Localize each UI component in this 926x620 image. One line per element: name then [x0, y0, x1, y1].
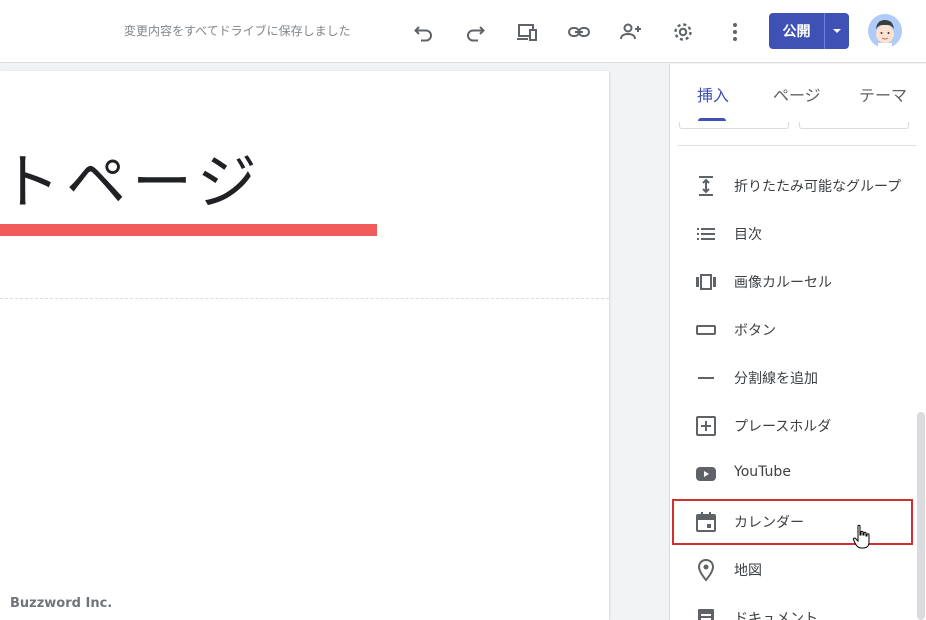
- calendar-icon: [696, 512, 716, 532]
- insert-button[interactable]: ボタン: [670, 306, 916, 354]
- insert-placeholder[interactable]: プレースホルダ: [670, 402, 916, 450]
- youtube-icon: [696, 467, 716, 481]
- top-bar: 変更内容をすべてドライブに保存しました 公開: [0, 0, 926, 63]
- map-pin-icon: [697, 558, 715, 582]
- footer-text: Buzzword Inc.: [10, 596, 113, 611]
- insert-youtube[interactable]: YouTube: [670, 450, 916, 498]
- placeholder-icon: [696, 416, 716, 436]
- section-divider: [0, 298, 609, 299]
- settings-icon[interactable]: [667, 16, 699, 48]
- layout-card-edge: [679, 122, 789, 129]
- link-icon[interactable]: [563, 16, 595, 48]
- insert-calendar[interactable]: カレンダー: [670, 498, 916, 546]
- publish-dropdown-button[interactable]: [825, 13, 849, 49]
- item-label: ボタン: [734, 323, 776, 339]
- item-label: 画像カルーセル: [734, 275, 832, 291]
- redo-icon[interactable]: [459, 16, 491, 48]
- carousel-icon: [696, 274, 716, 290]
- insert-image-carousel[interactable]: 画像カルーセル: [670, 258, 916, 306]
- active-tab-indicator: [698, 118, 726, 121]
- insert-table-of-contents[interactable]: 目次: [670, 210, 916, 258]
- item-label: ドキュメント: [734, 611, 818, 620]
- more-icon[interactable]: [719, 16, 751, 48]
- layout-card-edge: [799, 122, 909, 129]
- document-icon: [698, 609, 714, 620]
- publish-button-group: 公開: [769, 13, 849, 49]
- page-canvas: トページ Buzzword Inc.: [0, 71, 609, 620]
- insert-map[interactable]: 地図: [670, 546, 916, 594]
- item-label: 目次: [734, 227, 762, 243]
- button-icon: [696, 325, 716, 335]
- avatar[interactable]: [868, 14, 902, 48]
- item-label: 分割線を追加: [734, 371, 818, 387]
- insert-document[interactable]: ドキュメント: [670, 594, 916, 620]
- item-label: 地図: [734, 563, 762, 579]
- tab-themes[interactable]: テーマ: [859, 82, 907, 106]
- divider-icon: [698, 377, 714, 379]
- insert-divider[interactable]: 分割線を追加: [670, 354, 916, 402]
- page-title[interactable]: トページ: [0, 153, 263, 213]
- collapse-group-icon: [699, 176, 713, 196]
- save-status: 変更内容をすべてドライブに保存しました: [124, 24, 351, 38]
- item-label: 折りたたみ可能なグループ: [734, 179, 902, 195]
- title-accent-bar: [0, 224, 377, 236]
- publish-button[interactable]: 公開: [769, 13, 824, 49]
- insert-panel: 挿入 ページ テーマ 折りたたみ可能なグループ 目次 画像カルーセル ボタン 分…: [669, 64, 926, 620]
- share-icon[interactable]: [615, 16, 647, 48]
- tab-pages[interactable]: ページ: [773, 82, 821, 106]
- publish-separator: [824, 13, 825, 49]
- list-icon: [697, 228, 715, 240]
- undo-icon[interactable]: [408, 16, 440, 48]
- item-label: プレースホルダ: [734, 419, 832, 435]
- panel-divider: [678, 145, 916, 146]
- panel-tabs: 挿入 ページ テーマ: [670, 64, 926, 122]
- dropdown-icon: [833, 29, 841, 33]
- preview-icon[interactable]: [511, 16, 543, 48]
- insert-collapsible-group[interactable]: 折りたたみ可能なグループ: [670, 162, 916, 210]
- item-label: YouTube: [734, 464, 791, 480]
- tab-insert[interactable]: 挿入: [697, 82, 729, 106]
- item-label: カレンダー: [734, 515, 804, 531]
- hand-cursor-icon: [852, 524, 870, 549]
- panel-scrollbar[interactable]: [917, 412, 925, 620]
